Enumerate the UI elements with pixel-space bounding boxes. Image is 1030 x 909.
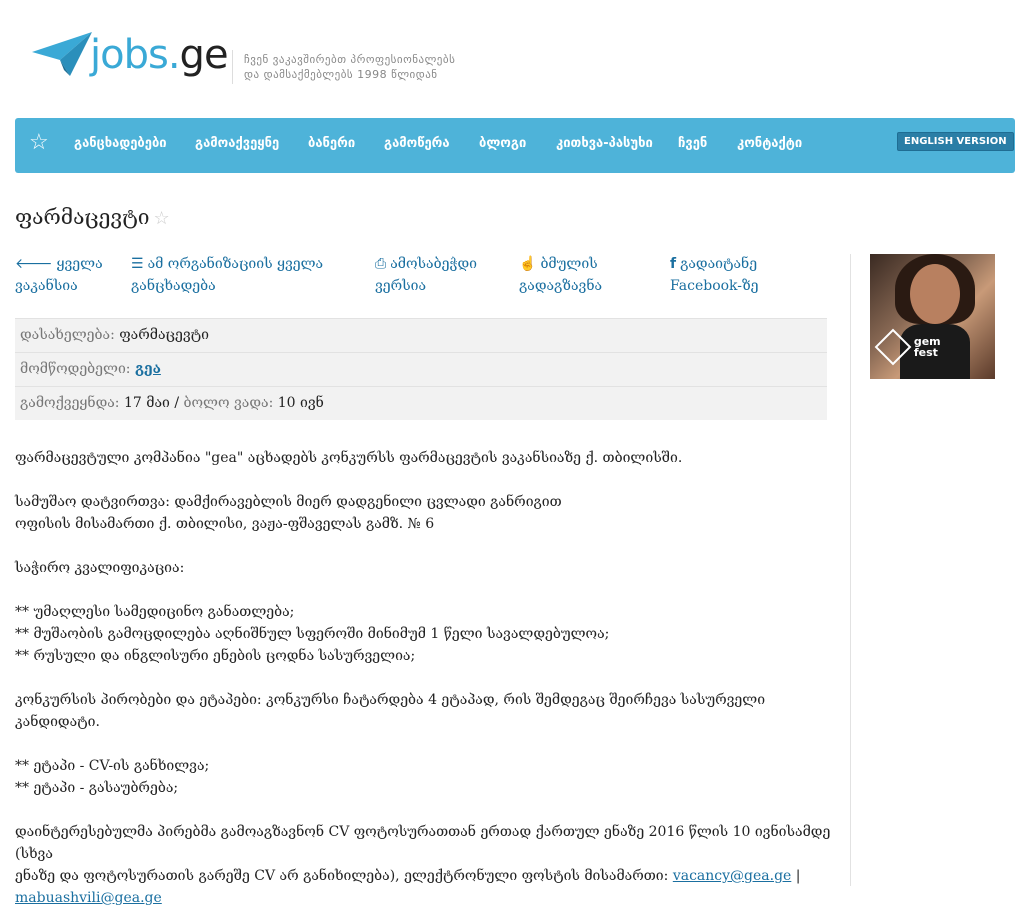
provider-link[interactable]: გეა bbox=[135, 361, 161, 377]
thumbs-up-icon: ☝ bbox=[519, 256, 537, 272]
nav-item-blog[interactable]: ბლოგი bbox=[479, 136, 526, 151]
logo-ge: ge bbox=[179, 32, 229, 78]
date-separator: / bbox=[174, 395, 180, 411]
org-all-postings-link[interactable]: ☰ ამ ორგანიზაციის ყველა განცხადება bbox=[131, 253, 323, 297]
all-vacancies-link[interactable]: 🡐 ყველა ვაკანსია bbox=[15, 253, 103, 297]
deadline-label: ბოლო ვადა: bbox=[183, 395, 274, 411]
all-vacancies-label-2: ვაკანსია bbox=[15, 278, 78, 294]
nav-item-banner[interactable]: ბანერი bbox=[308, 136, 355, 151]
published-value: 17 მაი bbox=[123, 395, 170, 411]
job-description: ფარმაცევტული კომპანია "gea" აცხადებს კონ… bbox=[15, 447, 835, 909]
send-link-label-2: გადაგზავნა bbox=[519, 278, 603, 294]
gemfest-banner[interactable]: gem fest bbox=[870, 254, 995, 379]
banner-text-2: fest bbox=[913, 346, 938, 359]
qualification-item: ** მუშაობის გამოცდილება აღნიშნულ სფეროში… bbox=[15, 626, 610, 642]
info-row-dates: გამოქვეყნდა: 17 მაი / ბოლო ვადა: 10 ივნ bbox=[15, 386, 827, 420]
org-postings-label-2: განცხადება bbox=[131, 278, 216, 294]
print-label-1: ამოსაბეჭდი bbox=[390, 256, 478, 272]
paper-plane-icon bbox=[32, 32, 92, 76]
published-label: გამოქვეყნდა: bbox=[20, 395, 120, 411]
list-icon: ☰ bbox=[131, 256, 144, 272]
provider-label: მომწოდებელი: bbox=[20, 361, 131, 377]
facebook-icon: f bbox=[670, 256, 677, 272]
favorite-star-icon[interactable]: ☆ bbox=[154, 208, 170, 229]
qualifications-heading: საჭირო კვალიფიკაცია: bbox=[15, 560, 185, 576]
favorites-star-icon[interactable]: ☆ bbox=[29, 131, 49, 155]
jobs-ge-logo[interactable]: jobs.ge bbox=[30, 24, 229, 90]
main-nav: ☆ განცხადებები გამოაქვეყნე ბანერი გამოწე… bbox=[15, 118, 1015, 173]
all-vacancies-label-1: ყველა bbox=[56, 256, 103, 272]
logo-dot: . bbox=[167, 32, 181, 78]
nav-item-contact[interactable]: კონტაქტი bbox=[737, 136, 802, 151]
print-icon: ⎙ bbox=[375, 256, 387, 272]
print-version-link[interactable]: ⎙ ამოსაბეჭდი ვერსია bbox=[375, 253, 477, 297]
description-intro: ფარმაცევტული კომპანია "gea" აცხადებს კონ… bbox=[15, 450, 683, 466]
description-address: ოფისის მისამართი ქ. თბილისი, ვაჟა-ფშაველ… bbox=[15, 516, 435, 532]
nav-item-publish[interactable]: გამოაქვეყნე bbox=[195, 136, 279, 151]
info-row-title: დასახელება: ფარმაცევტი bbox=[15, 318, 827, 352]
facebook-label-1: გადაიტანე bbox=[680, 256, 758, 272]
info-row-provider: მომწოდებელი: გეა bbox=[15, 352, 827, 386]
job-title: ფარმაცევტი bbox=[15, 205, 150, 229]
send-link-label-1: ბმულის bbox=[540, 256, 598, 272]
tagline: ჩვენ ვაკავშირებთ პროფესიონალებს და დამსა… bbox=[244, 52, 455, 82]
banner-face bbox=[910, 264, 960, 324]
nav-item-faq[interactable]: კითხვა-პასუხი bbox=[556, 136, 653, 151]
email-separator: | bbox=[791, 868, 801, 884]
stage-item: ** ეტაპი - CV-ის განხილვა; bbox=[15, 758, 210, 774]
arrow-left-icon: 🡐 bbox=[15, 256, 53, 272]
share-facebook-link[interactable]: f გადაიტანე Facebook-ზე bbox=[670, 253, 759, 297]
logo-wordmark: jobs.ge bbox=[90, 32, 229, 78]
application-instructions-text: ენაზე და ფოტოსურათის გარეშე CV არ განიხი… bbox=[15, 868, 673, 884]
qualification-item: ** რუსული და ინგლისური ენების ცოდნა სასუ… bbox=[15, 648, 416, 664]
sidebar-divider bbox=[850, 254, 851, 886]
header-divider bbox=[232, 50, 233, 84]
gemfest-logo: gem fest bbox=[874, 328, 941, 366]
tagline-line-1: ჩვენ ვაკავშირებთ პროფესიონალებს bbox=[244, 53, 456, 66]
page-title: ფარმაცევტი ☆ bbox=[15, 205, 170, 229]
qualification-item: ** უმაღლესი სამედიცინო განათლება; bbox=[15, 604, 295, 620]
english-version-button[interactable]: ENGLISH VERSION bbox=[897, 132, 1014, 151]
nav-item-vacancies[interactable]: განცხადებები bbox=[74, 136, 167, 151]
logo-jobs: jobs bbox=[90, 32, 169, 78]
job-info-table: დასახელება: ფარმაცევტი მომწოდებელი: გეა … bbox=[15, 318, 827, 420]
contest-conditions: კონკურსის პირობები და ეტაპები: კონკურსი … bbox=[15, 692, 766, 730]
nav-item-about[interactable]: ჩვენ bbox=[678, 136, 707, 151]
description-schedule: სამუშაო დატვირთვა: დამქირავებლის მიერ და… bbox=[15, 494, 562, 510]
nav-item-subscribe[interactable]: გამოწერა bbox=[384, 136, 450, 151]
title-label: დასახელება: bbox=[20, 327, 115, 343]
application-instructions-3: mabuashvili@gea.ge bbox=[15, 887, 835, 909]
gem-hexagon-icon bbox=[874, 328, 912, 366]
application-instructions-1: დაინტერესებულმა პირებმა გამოაგზავნონ CV … bbox=[15, 824, 831, 862]
org-postings-label-1: ამ ორგანიზაციის ყველა bbox=[147, 256, 324, 272]
stage-item: ** ეტაპი - გასაუბრება; bbox=[15, 780, 179, 796]
tagline-line-2: და დამსაქმებლებს 1998 წლიდან bbox=[244, 68, 438, 81]
deadline-value: 10 ივნ bbox=[277, 395, 324, 411]
print-label-2: ვერსია bbox=[375, 278, 427, 294]
send-link-link[interactable]: ☝ ბმულის გადაგზავნა bbox=[519, 253, 602, 297]
site-header: jobs.ge ჩვენ ვაკავშირებთ პროფესიონალებს … bbox=[0, 0, 1030, 118]
facebook-label-2: Facebook-ზე bbox=[670, 278, 759, 294]
application-instructions-2: ენაზე და ფოტოსურათის გარეშე CV არ განიხი… bbox=[15, 865, 835, 887]
title-value: ფარმაცევტი bbox=[119, 327, 209, 343]
email-link-vacancy[interactable]: vacancy@gea.ge bbox=[673, 868, 792, 884]
email-link-mabuashvili[interactable]: mabuashvili@gea.ge bbox=[15, 890, 162, 906]
